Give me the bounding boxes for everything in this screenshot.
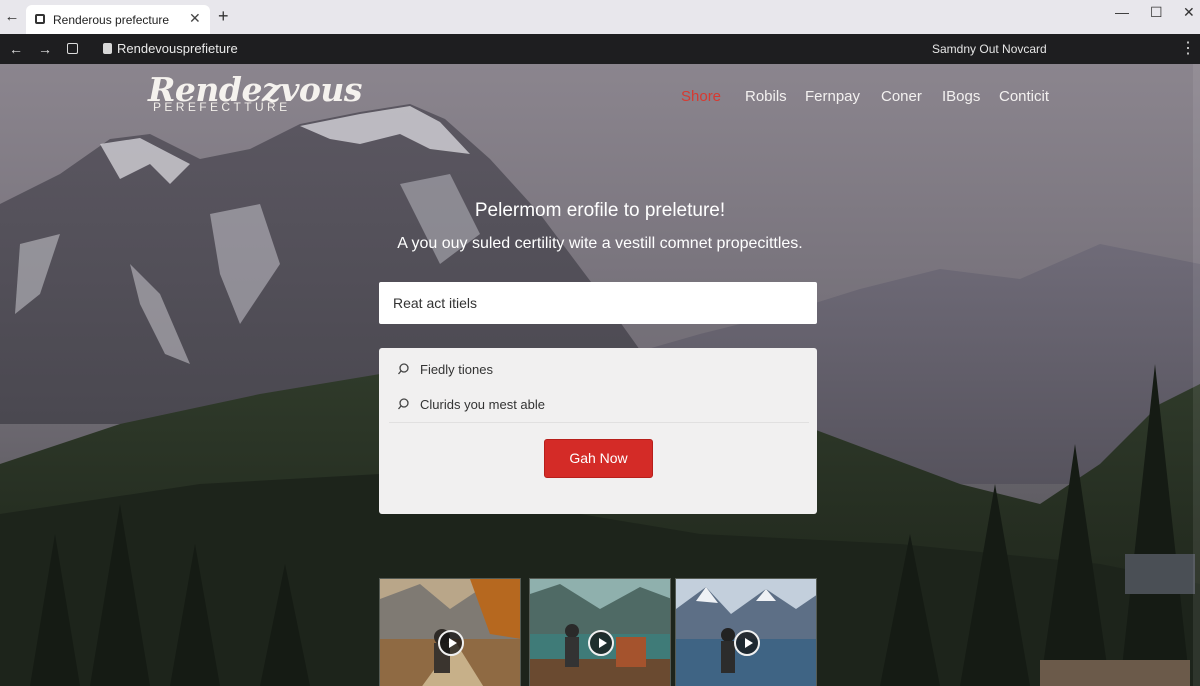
card-divider [389,422,809,423]
back-icon[interactable]: ← [4,8,20,26]
maximize-icon[interactable]: ☐ [1150,4,1163,21]
chat-icon [398,363,409,375]
nav-item-shore[interactable]: Shore [681,88,721,105]
tab-title: Renderous prefecture [53,13,170,27]
site-logo-subtitle: PEREFECTTURE [153,100,291,114]
stop-icon[interactable] [67,43,78,54]
nav-item-ibogs[interactable]: IBogs [942,88,980,105]
nav-item-coner[interactable]: Coner [881,88,922,105]
forward-icon[interactable]: → [38,40,52,58]
minimize-icon[interactable]: — [1115,4,1129,20]
hero-title: Pelermom erofile to preleture! [474,200,726,221]
nav-item-robils[interactable]: Robils [745,88,787,105]
new-tab-plus-icon[interactable]: + [218,6,229,26]
url-field[interactable]: Rendevousprefieture [117,41,238,56]
option-label: Clurids you mest able [420,397,545,412]
video-thumbnail[interactable] [529,578,671,686]
page-scrollbar[interactable] [1193,64,1200,686]
get-now-button[interactable]: Gah Now [544,439,653,478]
menu-icon[interactable]: ⋮⋮ [1180,38,1200,58]
hero-subtitle: A you ouy suled certility wite a vestill… [397,235,803,252]
video-thumbnail[interactable] [675,578,817,686]
close-tab-icon[interactable]: ✕ [189,10,201,27]
chat-icon [398,398,409,410]
nav-item-conticit[interactable]: Conticit [999,88,1049,105]
back-icon[interactable]: ← [9,40,23,58]
browser-tab-bar: ← Renderous prefecture ✕ + — ☐ ✕ [0,0,1200,34]
account-label[interactable]: Samdny Out Novcard [932,42,1047,56]
search-input-value: Reat act itiels [393,295,478,311]
options-card: Fiedly tiones Clurids you mest able Gah … [379,348,817,514]
browser-tab[interactable]: Renderous prefecture ✕ [26,5,210,34]
nav-item-fernpay[interactable]: Fernpay [805,88,860,105]
play-icon[interactable] [734,630,760,656]
search-input[interactable]: Reat act itiels [379,282,817,324]
play-icon[interactable] [438,630,464,656]
play-icon[interactable] [588,630,614,656]
lock-icon [103,43,112,54]
close-window-icon[interactable]: ✕ [1183,4,1195,21]
address-bar: ← → Rendevousprefieture Samdny Out Novca… [0,34,1200,64]
tab-favicon-icon [35,14,45,24]
video-thumbnail[interactable] [379,578,521,686]
option-label: Fiedly tiones [420,362,493,377]
